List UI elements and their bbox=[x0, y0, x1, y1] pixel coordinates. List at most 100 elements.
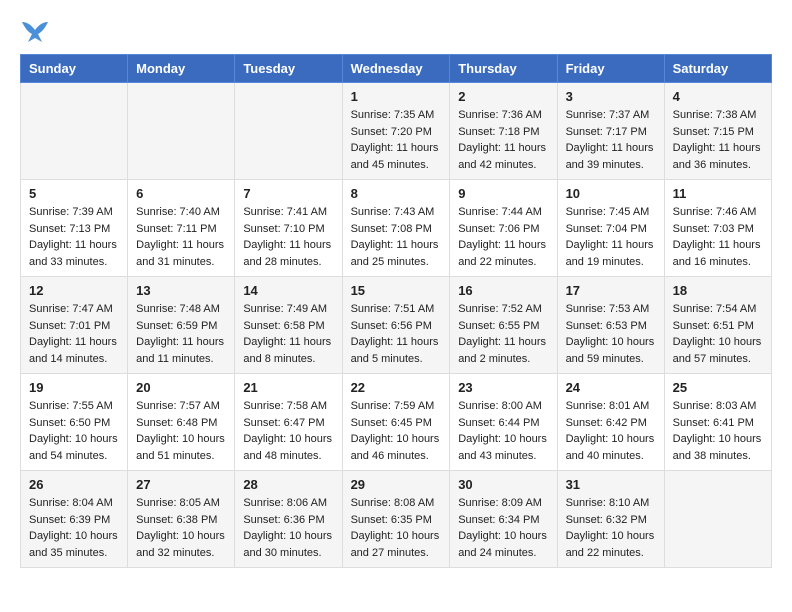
calendar-day-cell: 30Sunrise: 8:09 AMSunset: 6:34 PMDayligh… bbox=[450, 471, 557, 568]
calendar-day-cell: 17Sunrise: 7:53 AMSunset: 6:53 PMDayligh… bbox=[557, 277, 664, 374]
daylight-text: Daylight: 11 hours and 22 minutes. bbox=[458, 239, 546, 268]
sunset-text: Sunset: 7:03 PM bbox=[673, 223, 754, 235]
sunset-text: Sunset: 7:15 PM bbox=[673, 126, 754, 138]
daylight-text: Daylight: 11 hours and 5 minutes. bbox=[351, 336, 439, 365]
calendar-week-row: 26Sunrise: 8:04 AMSunset: 6:39 PMDayligh… bbox=[21, 471, 772, 568]
calendar-day-cell: 1Sunrise: 7:35 AMSunset: 7:20 PMDaylight… bbox=[342, 83, 450, 180]
sunrise-text: Sunrise: 7:37 AM bbox=[566, 109, 650, 121]
day-number: 3 bbox=[566, 89, 656, 104]
day-info: Sunrise: 7:35 AMSunset: 7:20 PMDaylight:… bbox=[351, 107, 442, 173]
sunset-text: Sunset: 6:41 PM bbox=[673, 417, 754, 429]
day-info: Sunrise: 7:54 AM Sunset: 6:51 PM Daylight:… bbox=[673, 301, 763, 367]
sunrise-text: Sunrise: 8:08 AM bbox=[351, 497, 435, 509]
day-number: 10 bbox=[566, 186, 656, 201]
day-number: 30 bbox=[458, 477, 548, 492]
day-info: Sunrise: 8:05 AMSunset: 6:38 PMDaylight:… bbox=[136, 495, 226, 561]
day-number: 11 bbox=[673, 186, 763, 201]
day-info: Sunrise: 7:46 AMSunset: 7:03 PMDaylight:… bbox=[673, 204, 763, 270]
day-info: Sunrise: 7:59 AMSunset: 6:45 PMDaylight:… bbox=[351, 398, 442, 464]
day-info: Sunrise: 7:40 AMSunset: 7:11 PMDaylight:… bbox=[136, 204, 226, 270]
daylight-text: Daylight: 10 hours and 35 minutes. bbox=[29, 530, 118, 559]
calendar-day-cell bbox=[235, 83, 342, 180]
daylight-text: Daylight: 11 hours and 31 minutes. bbox=[136, 239, 224, 268]
calendar-day-cell: 28Sunrise: 8:06 AMSunset: 6:36 PMDayligh… bbox=[235, 471, 342, 568]
sunset-text: Sunset: 6:35 PM bbox=[351, 514, 432, 526]
calendar-day-cell: 19Sunrise: 7:55 AMSunset: 6:50 PMDayligh… bbox=[21, 374, 128, 471]
weekday-header: Friday bbox=[557, 55, 664, 83]
weekday-header: Monday bbox=[128, 55, 235, 83]
day-info: Sunrise: 7:47 AMSunset: 7:01 PMDaylight:… bbox=[29, 301, 119, 367]
day-info: Sunrise: 7:48 AMSunset: 6:59 PMDaylight:… bbox=[136, 301, 226, 367]
weekday-header: Thursday bbox=[450, 55, 557, 83]
sunrise-text: Sunrise: 8:09 AM bbox=[458, 497, 542, 509]
calendar-day-cell: 4Sunrise: 7:38 AMSunset: 7:15 PMDaylight… bbox=[664, 83, 771, 180]
day-info: Sunrise: 7:36 AMSunset: 7:18 PMDaylight:… bbox=[458, 107, 548, 173]
calendar-day-cell: 8Sunrise: 7:43 AMSunset: 7:08 PMDaylight… bbox=[342, 180, 450, 277]
daylight-text: Daylight: 10 hours and 40 minutes. bbox=[566, 433, 655, 462]
day-number: 25 bbox=[673, 380, 763, 395]
calendar-day-cell: 3Sunrise: 7:37 AMSunset: 7:17 PMDaylight… bbox=[557, 83, 664, 180]
calendar-day-cell: 9Sunrise: 7:44 AMSunset: 7:06 PMDaylight… bbox=[450, 180, 557, 277]
day-number: 17 bbox=[566, 283, 656, 298]
day-number: 7 bbox=[243, 186, 333, 201]
sunset-text: Sunset: 7:13 PM bbox=[29, 223, 110, 235]
day-info: Sunrise: 7:39 AMSunset: 7:13 PMDaylight:… bbox=[29, 204, 119, 270]
daylight-text: Daylight: 11 hours and 19 minutes. bbox=[566, 239, 654, 268]
sunset-text: Sunset: 7:01 PM bbox=[29, 320, 110, 332]
sunset-text: Sunset: 6:39 PM bbox=[29, 514, 110, 526]
weekday-header: Sunday bbox=[21, 55, 128, 83]
day-number: 27 bbox=[136, 477, 226, 492]
sunrise-text: Sunrise: 7:48 AM bbox=[136, 303, 220, 315]
sunset-text: Sunset: 6:51 PM bbox=[673, 320, 754, 332]
logo bbox=[20, 20, 52, 44]
daylight-text: Daylight: 11 hours and 14 minutes. bbox=[29, 336, 117, 365]
sunrise-text: Sunrise: 7:38 AM bbox=[673, 109, 757, 121]
daylight-text: Daylight: 10 hours and 22 minutes. bbox=[566, 530, 655, 559]
day-info: Sunrise: 8:00 AMSunset: 6:44 PMDaylight:… bbox=[458, 398, 548, 464]
sunset-text: Sunset: 7:10 PM bbox=[243, 223, 324, 235]
calendar-day-cell bbox=[21, 83, 128, 180]
sunset-text: Sunset: 7:11 PM bbox=[136, 223, 217, 235]
day-info: Sunrise: 8:04 AMSunset: 6:39 PMDaylight:… bbox=[29, 495, 119, 561]
day-info: Sunrise: 8:03 AMSunset: 6:41 PMDaylight:… bbox=[673, 398, 763, 464]
daylight-text: Daylight: 11 hours and 25 minutes. bbox=[351, 239, 439, 268]
sunrise-text: Sunrise: 7:35 AM bbox=[351, 109, 435, 121]
sunset-text: Sunset: 6:47 PM bbox=[243, 417, 324, 429]
page-header bbox=[20, 20, 772, 44]
day-number: 14 bbox=[243, 283, 333, 298]
sunrise-text: Sunrise: 7:57 AM bbox=[136, 400, 220, 412]
weekday-header: Saturday bbox=[664, 55, 771, 83]
sunrise-text: Sunrise: 7:52 AM bbox=[458, 303, 542, 315]
weekday-header: Tuesday bbox=[235, 55, 342, 83]
sunset-text: Sunset: 6:50 PM bbox=[29, 417, 110, 429]
daylight-text: Daylight: 10 hours and 57 minutes. bbox=[673, 336, 762, 365]
day-number: 31 bbox=[566, 477, 656, 492]
weekday-header: Wednesday bbox=[342, 55, 450, 83]
calendar-day-cell: 11 Sunrise: 7:46 AMSunset: 7:03 PMDayligh… bbox=[664, 180, 771, 277]
day-number: 2 bbox=[458, 89, 548, 104]
daylight-text: Daylight: 11 hours and 11 minutes. bbox=[136, 336, 224, 365]
day-info: Sunrise: 7:57 AMSunset: 6:48 PMDaylight:… bbox=[136, 398, 226, 464]
sunset-text: Sunset: 7:17 PM bbox=[566, 126, 647, 138]
calendar-day-cell: 14Sunrise: 7:49 AMSunset: 6:58 PMDayligh… bbox=[235, 277, 342, 374]
sunrise-text: Sunrise: 7:41 AM bbox=[243, 206, 327, 218]
day-number: 16 bbox=[458, 283, 548, 298]
day-number: 15 bbox=[351, 283, 442, 298]
daylight-text: Daylight: 10 hours and 38 minutes. bbox=[673, 433, 762, 462]
sunset-text: Sunset: 6:38 PM bbox=[136, 514, 217, 526]
daylight-text: Daylight: 10 hours and 32 minutes. bbox=[136, 530, 225, 559]
day-info: Sunrise: 7:38 AMSunset: 7:15 PMDaylight:… bbox=[673, 107, 763, 173]
calendar-day-cell: 26Sunrise: 8:04 AMSunset: 6:39 PMDayligh… bbox=[21, 471, 128, 568]
calendar-day-cell: 2 Sunrise: 7:36 AMSunset: 7:18 PMDaylight… bbox=[450, 83, 557, 180]
day-number: 12 bbox=[29, 283, 119, 298]
calendar-day-cell: 27 Sunrise: 8:05 AMSunset: 6:38 PMDayligh… bbox=[128, 471, 235, 568]
sunrise-text: Sunrise: 7:54 AM bbox=[673, 303, 757, 315]
day-number: 24 bbox=[566, 380, 656, 395]
day-info: Sunrise: 7:43 AMSunset: 7:08 PMDaylight:… bbox=[351, 204, 442, 270]
sunrise-text: Sunrise: 7:44 AM bbox=[458, 206, 542, 218]
calendar-week-row: 1Sunrise: 7:35 AMSunset: 7:20 PMDaylight… bbox=[21, 83, 772, 180]
day-info: Sunrise: 7:52 AMSunset: 6:55 PMDaylight:… bbox=[458, 301, 548, 367]
sunset-text: Sunset: 6:45 PM bbox=[351, 417, 432, 429]
sunrise-text: Sunrise: 8:01 AM bbox=[566, 400, 650, 412]
calendar-day-cell: 21Sunrise: 7:58 AMSunset: 6:47 PMDayligh… bbox=[235, 374, 342, 471]
